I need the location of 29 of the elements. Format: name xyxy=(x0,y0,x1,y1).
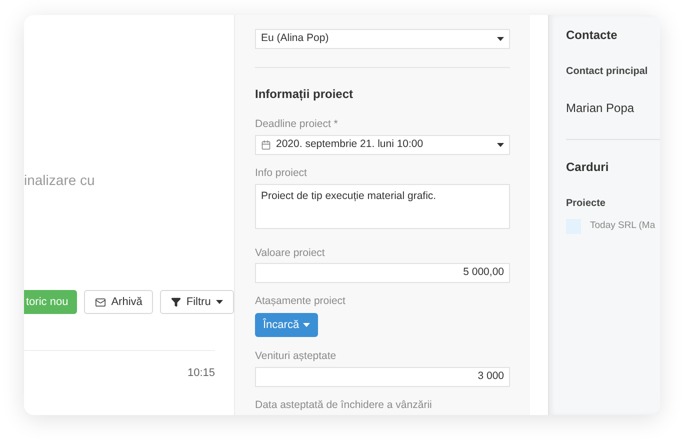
field-label: Info proiect xyxy=(255,166,308,181)
info-textarea[interactable]: Proiect de tip execuție material grafic. xyxy=(255,184,510,228)
field-label: Deadline proiect * xyxy=(255,117,339,132)
description-text: inalizare cu xyxy=(24,171,96,190)
time-text: 10:15 xyxy=(186,366,215,381)
caret-icon xyxy=(303,323,310,327)
caret-icon xyxy=(216,300,223,304)
number-field[interactable]: 3 000 xyxy=(255,366,510,387)
contact-name: Marian Popa xyxy=(566,100,636,117)
date-value: 2020. septembrie 21. luni 10:00 xyxy=(276,136,424,152)
mail-icon xyxy=(95,296,106,308)
caret-icon xyxy=(497,37,504,41)
calendar-icon xyxy=(261,140,271,150)
field-label: Atașamente proiect xyxy=(255,294,346,310)
filter-icon xyxy=(171,297,182,307)
field-label: Venituri așteptate xyxy=(255,349,338,364)
contact-label: Contact principal xyxy=(566,65,649,79)
contacts-title: Contacte xyxy=(566,27,618,44)
owner-select[interactable]: Eu (Alina Pop) xyxy=(255,29,510,49)
projects-label: Proiecte xyxy=(566,197,606,211)
section-title: Informații proiect xyxy=(255,86,354,103)
caret-icon xyxy=(497,142,504,147)
filter-button[interactable]: Filtru xyxy=(160,290,234,314)
archive-button[interactable]: Arhivă xyxy=(84,290,154,314)
field-label: Data asteptată de închidere a vânzării xyxy=(255,398,433,413)
date-select[interactable]: 2020. septembrie 21. luni 10:00 xyxy=(255,134,510,155)
number-field[interactable]: 5 000,00 xyxy=(255,263,510,284)
field-label: Valoare proiect xyxy=(255,246,326,260)
cards-title: Carduri xyxy=(566,159,610,176)
